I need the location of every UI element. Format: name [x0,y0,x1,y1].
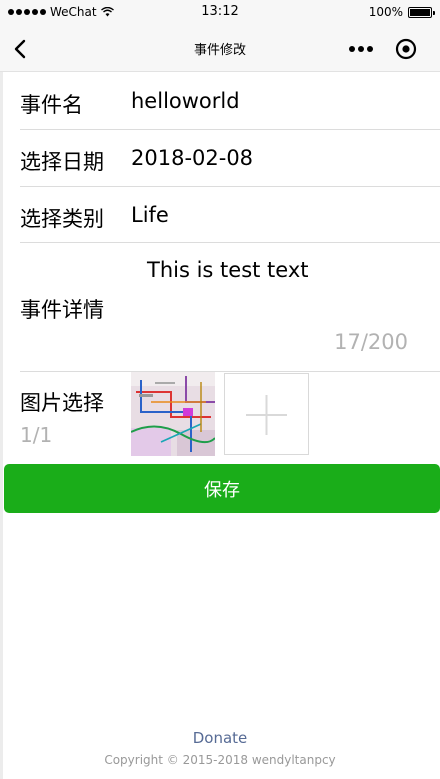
event-name-label: 事件名 [20,93,83,117]
close-circle-icon[interactable] [394,37,418,61]
image-counter: 1/1 [20,423,53,447]
donate-link[interactable]: Donate [0,729,440,747]
add-image-button[interactable] [224,373,309,455]
image-picker-row: 图片选择 1/1 [20,372,440,456]
save-button[interactable]: 保存 [4,464,440,513]
plus-icon [246,395,287,435]
date-value[interactable]: 2018-02-08 [131,146,253,170]
detail-label: 事件详情 [20,298,104,322]
left-edge [0,0,3,779]
status-bar: WeChat 13:12 100% [0,0,440,26]
battery-icon [408,6,435,18]
category-label: 选择类别 [20,207,104,231]
image-label: 图片选择 [20,391,104,415]
category-value[interactable]: Life [131,203,169,227]
event-name-input[interactable]: helloworld [131,89,240,113]
detail-row: 事件详情 This is test text 17/200 [20,243,440,372]
detail-textarea[interactable]: This is test text [147,258,309,282]
detail-char-counter: 17/200 [334,330,408,354]
selected-image-thumbnail[interactable] [131,372,215,456]
event-name-row[interactable]: 事件名 helloworld [20,73,440,130]
more-dots-icon[interactable] [345,41,377,57]
copyright-text: Copyright © 2015-2018 wendyltanpcy [104,753,336,767]
battery-info: 100% [368,5,435,19]
date-picker-row[interactable]: 选择日期 2018-02-08 [20,130,440,187]
battery-percent: 100% [368,5,403,19]
category-picker-row[interactable]: 选择类别 Life [20,187,440,243]
metro-map-image [131,372,215,456]
nav-bar: 事件修改 [0,26,440,72]
date-label: 选择日期 [20,150,104,174]
